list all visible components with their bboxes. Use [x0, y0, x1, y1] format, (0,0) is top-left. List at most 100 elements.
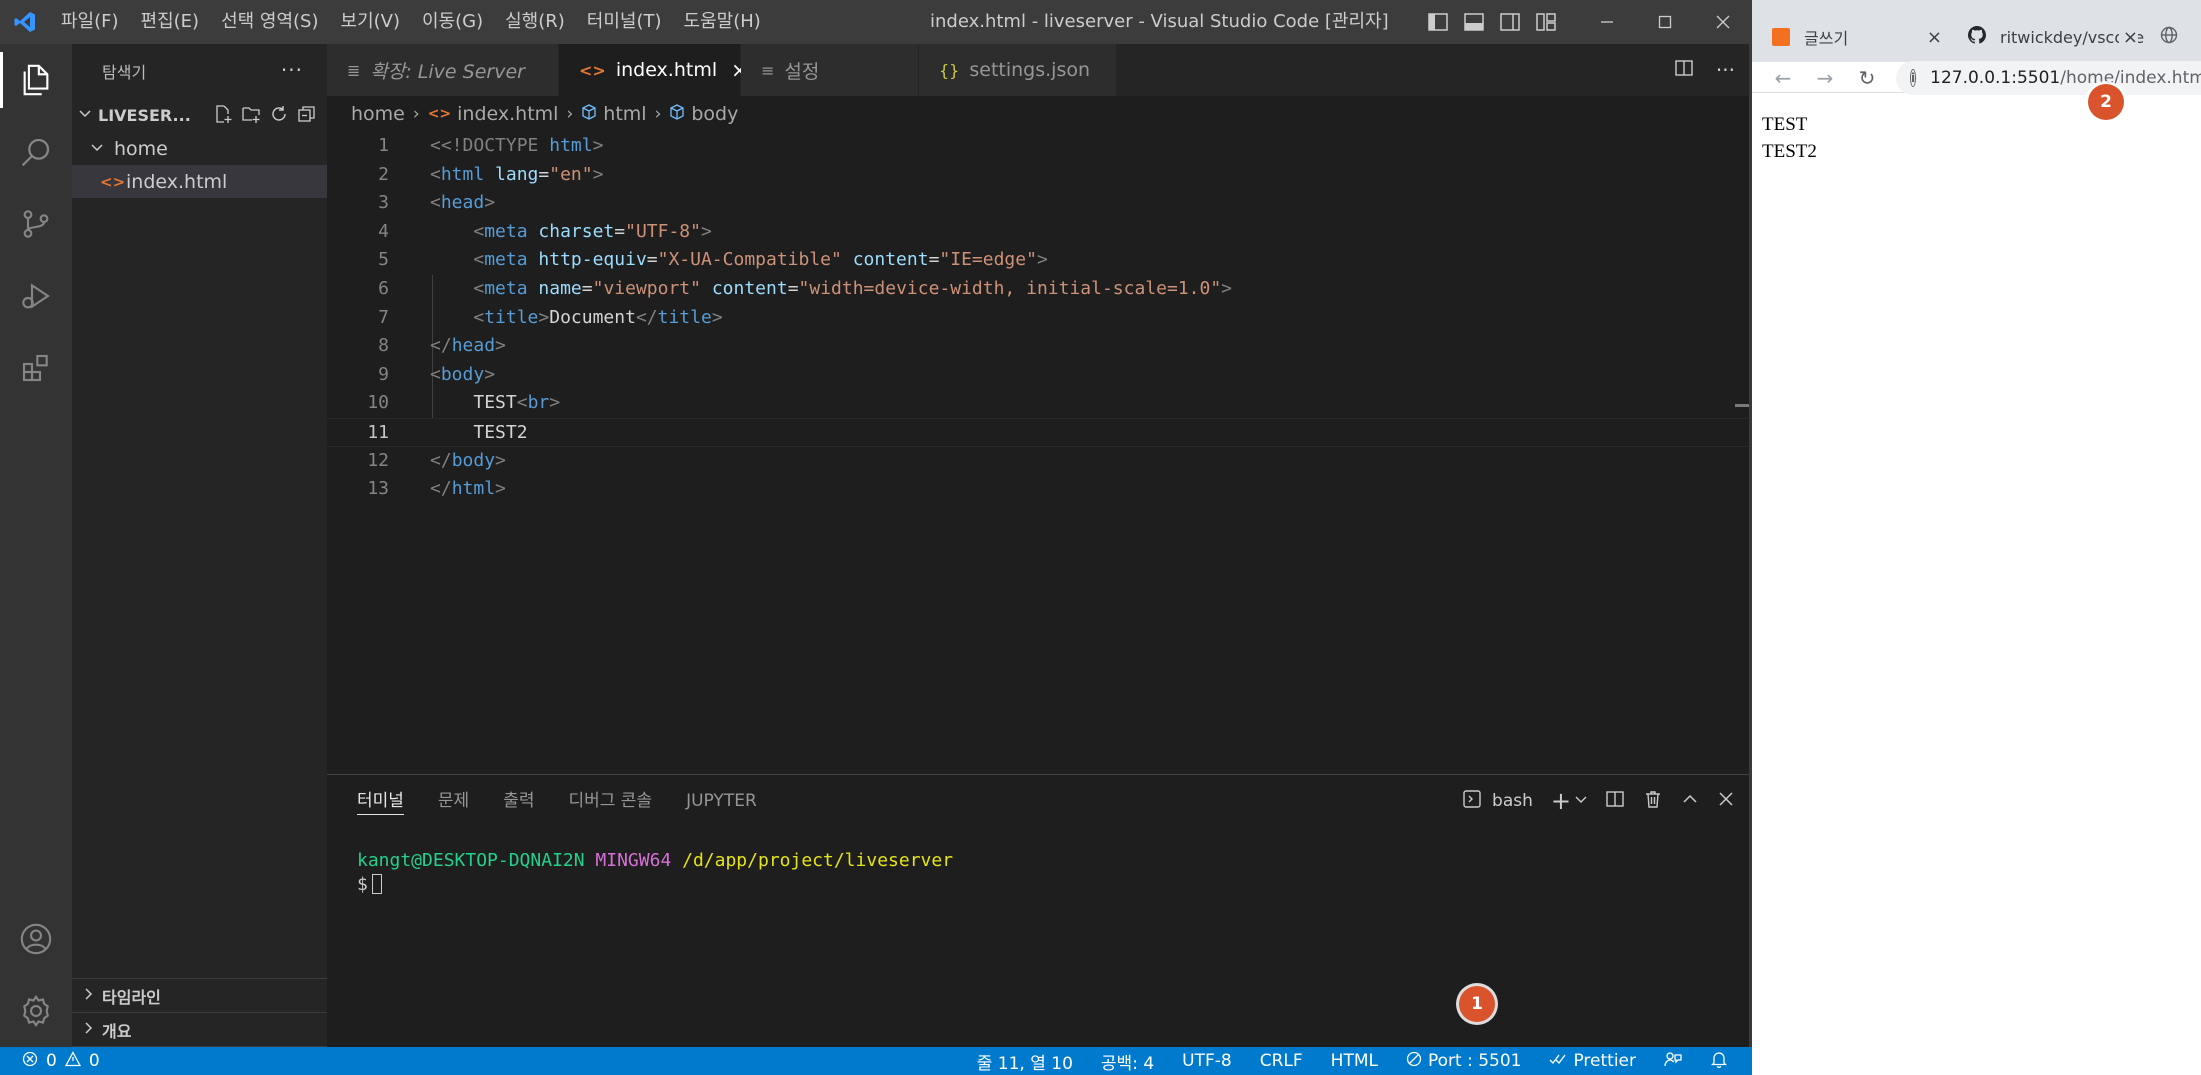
browser-tab-github[interactable]: ritwickdey/vscode × [1954, 12, 2150, 62]
timeline-section[interactable]: 타임라인 [72, 979, 327, 1013]
reload-icon[interactable]: ↻ [1854, 66, 1880, 90]
extensions-icon[interactable] [0, 332, 72, 404]
breadcrumb-item[interactable]: index.html [457, 103, 558, 125]
line-source: <body> [430, 363, 496, 385]
toggle-panel-icon[interactable] [1456, 0, 1492, 44]
code-editor[interactable]: 1 <<!DOCTYPE html> 2 <html lang="en"> 3 <he… [327, 132, 1749, 772]
menu-run[interactable]: 실행(R) [494, 0, 576, 44]
terminal-output[interactable]: kangt@DESKTOP-DQNAI2N MINGW64 /d/app/pro… [327, 849, 1749, 897]
status-prettier[interactable]: Prettier [1549, 1051, 1636, 1071]
tree-item-label: index.html [126, 170, 228, 193]
panel-tab-debug-console[interactable]: 디버그 콘솔 [568, 775, 652, 827]
customize-layout-icon[interactable] [1528, 0, 1564, 44]
trash-icon[interactable] [1643, 789, 1663, 814]
menu-view[interactable]: 보기(V) [330, 0, 411, 44]
close-panel-icon[interactable] [1717, 790, 1735, 813]
status-live-server-port[interactable]: Port : 5501 [1406, 1051, 1521, 1072]
refresh-icon[interactable] [269, 104, 289, 128]
panel-tab-terminal[interactable]: 터미널 [357, 775, 404, 827]
close-tab-icon[interactable]: × [1927, 27, 1942, 48]
menu-terminal[interactable]: 터미널(T) [576, 0, 673, 44]
workspace-folder-header[interactable]: LIVESER... [72, 98, 327, 132]
minimize-icon[interactable] [1578, 0, 1636, 44]
accounts-icon[interactable] [0, 903, 72, 975]
chevron-right-icon [82, 1020, 102, 1039]
menu-go[interactable]: 이동(G) [411, 0, 494, 44]
collapse-all-icon[interactable] [297, 104, 317, 128]
new-file-icon[interactable] [213, 104, 233, 128]
breadcrumb-item[interactable]: html [603, 103, 646, 125]
tab-settings[interactable]: ≡ 설정 [741, 44, 919, 96]
forward-arrow-icon[interactable]: → [1812, 66, 1838, 90]
address-bar[interactable]: i 127.0.0.1:5501/home/index.html [1896, 60, 2201, 95]
more-actions-icon[interactable]: ··· [281, 58, 303, 82]
bottom-panel: 터미널 문제 출력 디버그 콘솔 JUPYTER bash + kangt@DE… [327, 774, 1749, 1047]
chevron-right-icon: › [654, 104, 662, 124]
split-terminal-icon[interactable] [1605, 789, 1625, 814]
activity-bar-bottom [0, 903, 72, 1047]
tree-item-index-html[interactable]: <> index.html [72, 165, 327, 198]
outline-section[interactable]: 개요 [72, 1013, 327, 1047]
panel-tab-output[interactable]: 출력 [503, 775, 534, 827]
browser-tab-write[interactable]: 글쓰기 × [1758, 12, 1954, 62]
code-line: 10 TEST<br> [327, 389, 1749, 418]
close-tab-icon[interactable]: × [2118, 26, 2138, 48]
back-arrow-icon[interactable]: ← [1770, 66, 1796, 90]
menu-selection[interactable]: 선택 영역(S) [210, 0, 329, 44]
manage-gear-icon[interactable] [0, 975, 72, 1047]
title-actions [1420, 0, 1752, 44]
explorer-title: 탐색기 [102, 63, 147, 82]
chevron-down-icon[interactable] [1575, 791, 1587, 811]
status-eol[interactable]: CRLF [1260, 1051, 1303, 1071]
feedback-icon[interactable] [1664, 1050, 1682, 1073]
code-line: 6 <meta name="viewport" content="width=d… [327, 275, 1749, 304]
menu-file[interactable]: 파일(F) [50, 0, 130, 44]
status-problems[interactable]: 0 0 [0, 1050, 100, 1072]
source-control-icon[interactable] [0, 188, 72, 260]
maximize-icon[interactable] [1636, 0, 1694, 44]
status-bar: 0 0 줄 11, 열 10 공백: 4 UTF-8 CRLF HTML Por… [0, 1047, 1752, 1075]
new-folder-icon[interactable] [241, 104, 261, 128]
line-number: 11 [367, 421, 389, 443]
preview-icon: ≣ [347, 60, 361, 80]
folder-actions [213, 104, 317, 128]
menu-edit[interactable]: 편집(E) [130, 0, 211, 44]
explorer-icon[interactable] [0, 44, 72, 116]
sidebar-footer: 타임라인 개요 [72, 978, 327, 1047]
breadcrumb-item[interactable]: body [691, 103, 738, 125]
editor-tabs: ≣ 확장: Live Server <> index.html × ≡ 설정 {… [327, 44, 1749, 96]
maximize-panel-icon[interactable] [1681, 790, 1699, 813]
tab-live-server-extension[interactable]: ≣ 확장: Live Server [327, 44, 559, 96]
tab-actions: ··· [1674, 44, 1735, 96]
panel-tab-jupyter[interactable]: JUPYTER [686, 775, 757, 827]
status-encoding[interactable]: UTF-8 [1182, 1051, 1232, 1071]
search-icon[interactable] [0, 116, 72, 188]
info-icon[interactable]: i [1910, 68, 1917, 87]
status-language[interactable]: HTML [1331, 1051, 1378, 1071]
line-number: 7 [378, 306, 389, 328]
toggle-secondary-sidebar-icon[interactable] [1492, 0, 1528, 44]
close-window-icon[interactable] [1694, 0, 1752, 44]
toggle-primary-sidebar-icon[interactable] [1420, 0, 1456, 44]
line-source: </html> [430, 478, 506, 500]
status-indentation[interactable]: 공백: 4 [1101, 1049, 1154, 1074]
line-source: <title>Document</title> [473, 306, 723, 328]
tree-item-home[interactable]: home [72, 132, 327, 165]
bell-icon[interactable] [1710, 1050, 1728, 1073]
terminal-profile[interactable]: bash [1462, 789, 1533, 814]
error-icon [22, 1051, 38, 1072]
explorer-header: 탐색기 ··· [72, 44, 327, 98]
menu-help[interactable]: 도움말(H) [673, 0, 772, 44]
run-debug-icon[interactable] [0, 260, 72, 332]
panel-actions: bash + [1462, 775, 1735, 827]
breadcrumb-item[interactable]: home [351, 103, 405, 125]
browser-tab-third[interactable] [2150, 12, 2190, 62]
tab-index-html[interactable]: <> index.html × [559, 44, 748, 96]
new-terminal-icon[interactable]: + [1551, 787, 1571, 815]
code-line: 2 <html lang="en"> [327, 161, 1749, 190]
status-cursor-position[interactable]: 줄 11, 열 10 [977, 1049, 1073, 1074]
tab-settings-json[interactable]: {} settings.json [919, 44, 1117, 96]
panel-tab-problems[interactable]: 문제 [438, 775, 469, 827]
split-editor-icon[interactable] [1674, 58, 1694, 83]
more-actions-icon[interactable]: ··· [1716, 58, 1735, 82]
